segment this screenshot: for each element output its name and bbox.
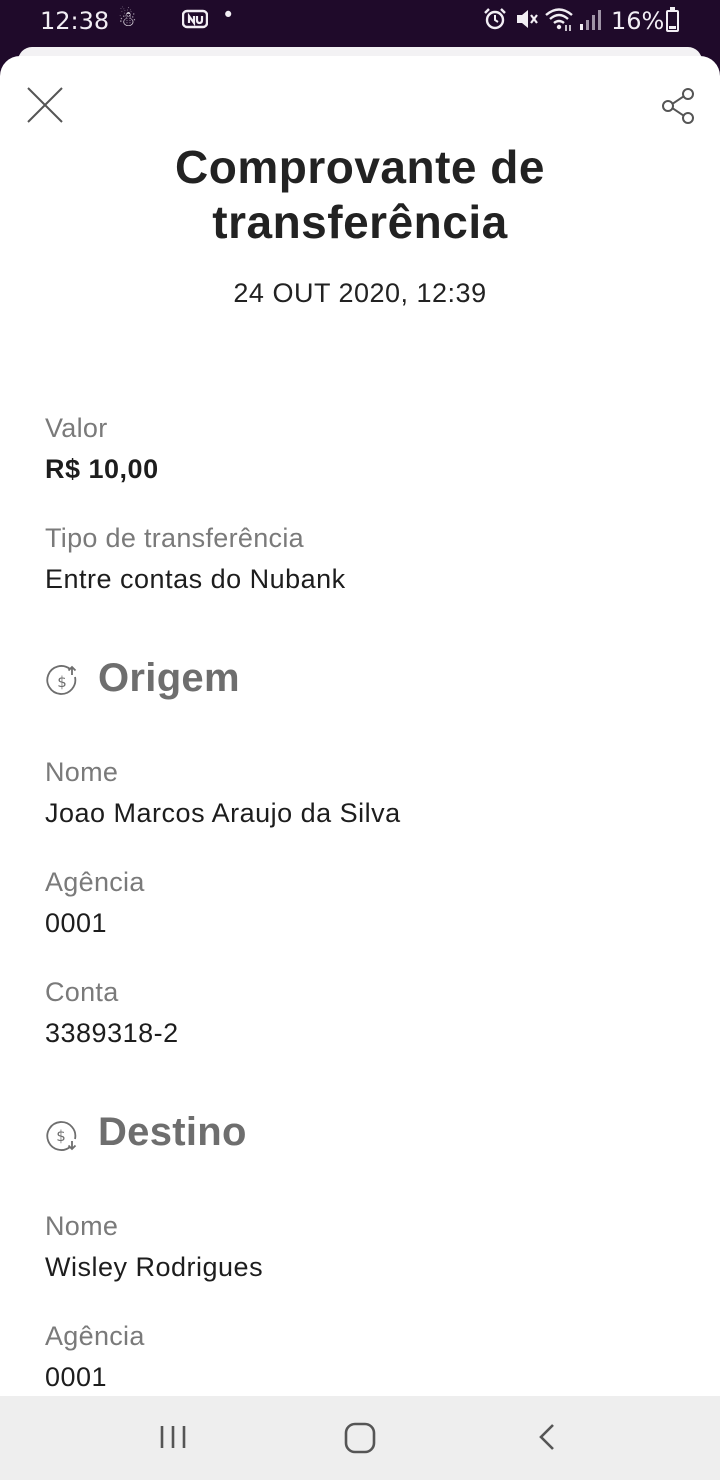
page-title: Comprovante de transferência: [0, 140, 720, 250]
origin-name-value: Joao Marcos Araujo da Silva: [45, 798, 401, 828]
home-button[interactable]: [338, 1416, 382, 1460]
origin-agency-value: 0001: [45, 908, 108, 938]
money-in-icon: $: [46, 1121, 77, 1151]
status-time: 12:38: [40, 7, 110, 35]
destination-section-heading: $ Destino: [45, 1110, 305, 1158]
page-title-line-1: Comprovante de: [175, 141, 545, 193]
destination-name-value: Wisley Rodrigues: [45, 1252, 264, 1282]
back-icon: [539, 1424, 554, 1450]
origin-name-label: Nome: [45, 757, 119, 787]
share-icon: [662, 88, 694, 124]
destination-agency-label: Agência: [45, 1321, 145, 1351]
svg-text:$: $: [56, 1127, 66, 1145]
recent-apps-button[interactable]: [151, 1416, 195, 1460]
mute-icon: [514, 6, 540, 37]
money-out-icon: $: [46, 665, 77, 695]
status-bar: 12:38 ☃ • 16%: [0, 0, 720, 44]
signal-icon: [578, 8, 602, 37]
close-icon: [27, 87, 63, 123]
share-button[interactable]: [660, 86, 700, 126]
destination-heading-text: Destino: [98, 1110, 247, 1154]
destination-agency-value: 0001: [45, 1362, 108, 1392]
recent-apps-icon: [160, 1426, 186, 1448]
origin-account-label: Conta: [45, 977, 119, 1007]
receipt-sheet: Comprovante de transferência 24 OUT 2020…: [0, 56, 720, 1396]
destination-name-label: Nome: [45, 1211, 119, 1241]
home-icon: [344, 1422, 376, 1454]
page-title-line-2: transferência: [212, 196, 508, 248]
origin-section-heading: $ Origem: [45, 656, 305, 704]
dot-icon: •: [222, 3, 235, 27]
origin-heading-text: Origem: [98, 656, 240, 700]
person-notification-icon: ☃: [118, 7, 137, 31]
transfer-type-value: Entre contas do Nubank: [45, 564, 346, 594]
value-amount: R$ 10,00: [45, 454, 159, 484]
transfer-datetime: 24 OUT 2020, 12:39: [233, 278, 487, 308]
origin-account-value: 3389318-2: [45, 1018, 179, 1048]
battery-icon: [666, 7, 679, 32]
nubank-notification-icon: [181, 9, 209, 34]
alarm-icon: [482, 6, 508, 37]
value-label: Valor: [45, 413, 108, 443]
transfer-type-label: Tipo de transferência: [45, 523, 304, 553]
close-button[interactable]: [22, 82, 68, 128]
system-nav-bar: [0, 1396, 720, 1480]
battery-percent: 16%: [611, 7, 665, 35]
origin-agency-label: Agência: [45, 867, 145, 897]
svg-text:$: $: [57, 673, 67, 691]
back-button[interactable]: [526, 1416, 570, 1460]
wifi-icon: [544, 5, 574, 38]
